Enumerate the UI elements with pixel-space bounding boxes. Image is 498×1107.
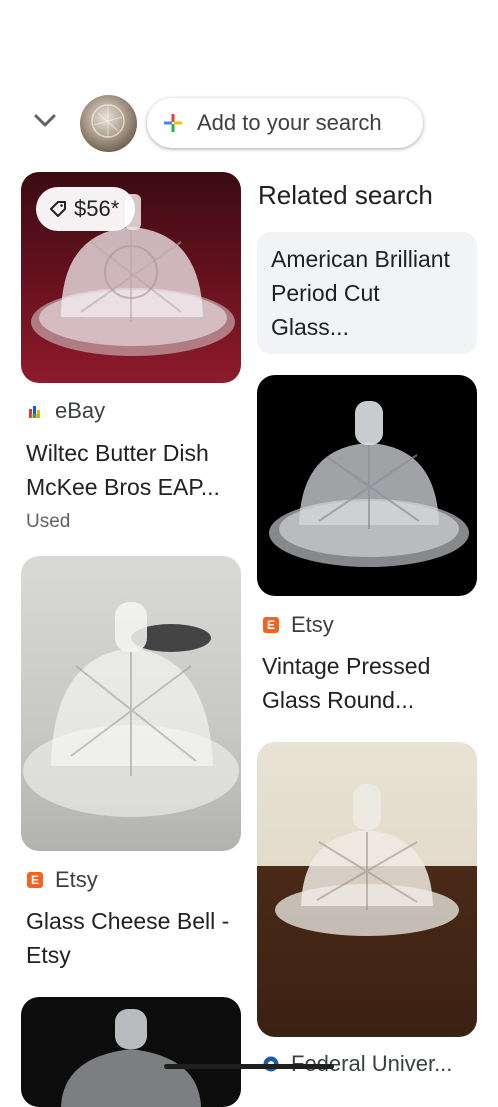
collapse-chevron-button[interactable]: [28, 106, 62, 136]
result-source-1[interactable]: eBay: [27, 398, 105, 424]
result-image-3[interactable]: [21, 556, 241, 851]
butter-dish-image: [269, 401, 469, 567]
result-source-label: eBay: [55, 398, 106, 423]
result-source-2[interactable]: E Etsy: [263, 612, 334, 638]
result-source-label: Etsy: [291, 612, 334, 637]
glass-dome-thumbnail-image: [91, 104, 125, 138]
result-title-1[interactable]: Wiltec Butter Dish McKee Bros EAP...: [26, 436, 241, 504]
butter-dish-image: [275, 784, 459, 936]
cheese-bell-image: [23, 602, 239, 817]
add-to-search-button[interactable]: Add to your search: [147, 98, 423, 148]
related-search-heading: Related search: [258, 180, 433, 210]
chevron-down-icon: [34, 114, 56, 127]
result-image-2[interactable]: [257, 375, 477, 596]
result-condition: Used: [26, 511, 71, 532]
add-to-search-label: Add to your search: [197, 110, 382, 135]
butter-dish-image: [61, 1009, 201, 1107]
etsy-favicon-icon: E: [27, 872, 43, 888]
result-source-3[interactable]: E Etsy: [27, 867, 98, 893]
home-indicator-bar[interactable]: [164, 1064, 334, 1069]
result-title-3[interactable]: Glass Cheese Bell - Etsy: [26, 904, 241, 972]
plus-icon: [164, 114, 182, 132]
query-image-thumbnail[interactable]: [80, 95, 137, 152]
price-tag-icon: [50, 201, 66, 217]
result-image-5[interactable]: [21, 997, 241, 1107]
related-search-card[interactable]: American Brilliant Period Cut Glass...: [257, 232, 477, 354]
result-source-label: Etsy: [55, 867, 98, 892]
price-label: $56*: [74, 196, 120, 221]
related-search-query: American Brilliant Period Cut Glass...: [271, 246, 450, 340]
result-image-4[interactable]: [257, 742, 477, 1037]
result-title-2[interactable]: Vintage Pressed Glass Round...: [262, 649, 477, 717]
ebay-favicon-icon: [29, 406, 40, 418]
price-tag-chip[interactable]: $56*: [36, 187, 136, 231]
etsy-favicon-icon: E: [263, 617, 279, 633]
